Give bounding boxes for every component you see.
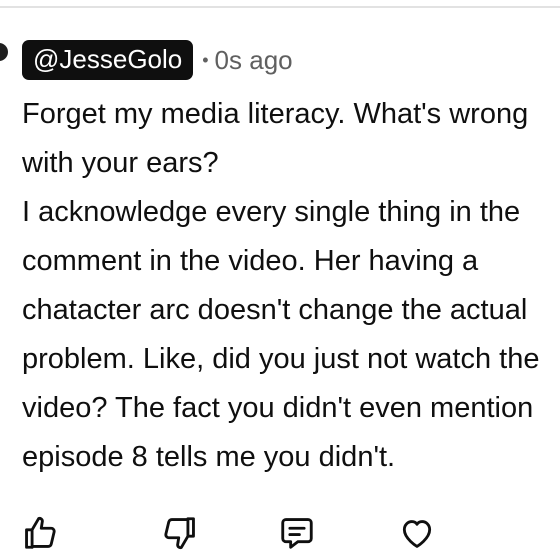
thumbs-up-icon (25, 516, 56, 549)
comment-line: Forget my media literacy. What's wrong (22, 98, 529, 130)
avatar[interactable] (0, 43, 8, 61)
reply-button[interactable] (277, 513, 317, 553)
comment-line: I acknowledge every single thing in the (22, 196, 521, 228)
dislike-button[interactable] (160, 513, 200, 553)
comment-header: @JesseGolo • 0s ago (22, 40, 293, 80)
comment-actions (0, 513, 560, 555)
comment-line: comment in the video. Her having a (22, 245, 479, 277)
like-button[interactable] (20, 513, 60, 553)
heart-button[interactable] (397, 513, 437, 553)
comment-timestamp[interactable]: 0s ago (215, 45, 293, 76)
comment-line: problem. Like, did you just not watch th… (22, 343, 540, 375)
reply-icon (281, 518, 313, 549)
comment-line: chatacter arc doesn't change the actual (22, 294, 528, 326)
thumbs-down-icon (164, 517, 195, 550)
comment-line: with your ears? (22, 147, 219, 179)
comment-text: Forget my media literacy. What's wrong w… (22, 90, 560, 482)
separator-dot: • (202, 49, 209, 70)
comment-line: video? The fact you didn't even mention (22, 392, 534, 424)
heart-icon (402, 520, 432, 548)
author-handle[interactable]: @JesseGolo (22, 40, 194, 80)
comment-line: episode 8 tells me you didn't. (22, 441, 396, 473)
top-divider (0, 6, 560, 8)
